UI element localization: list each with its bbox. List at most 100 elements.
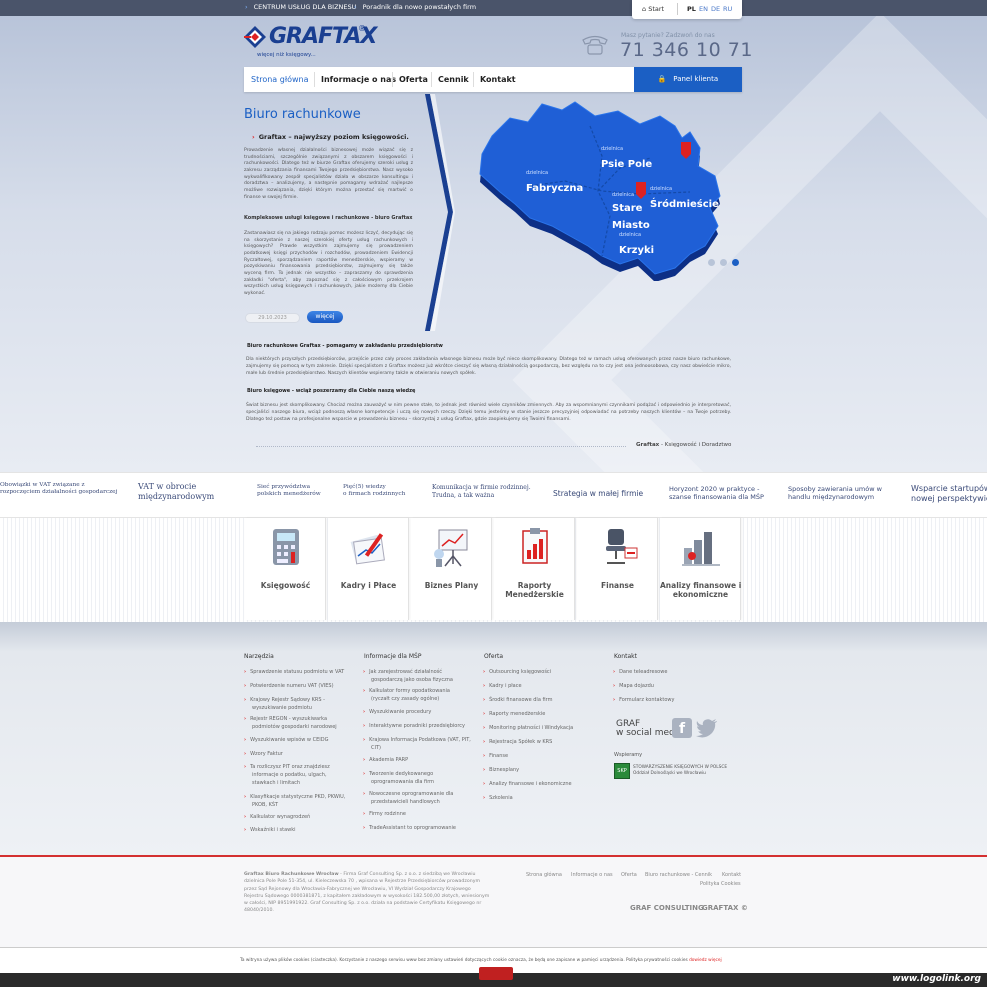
bottom-link[interactable]: Oferta — [621, 872, 637, 878]
skwp-logo-icon[interactable]: SKP — [614, 763, 630, 779]
district-pre: dzielnica — [619, 232, 642, 238]
service-business-plans[interactable]: Biznes Plany — [411, 518, 492, 620]
footer-link[interactable]: Rejestr REGON - wyszukiwarka podmiotów g… — [250, 716, 347, 732]
client-panel-button[interactable]: 🔒 Panel klienta — [634, 67, 742, 92]
footer-link[interactable]: Kalkulator wynagrodzeń — [250, 814, 364, 822]
district-label: dzielnica Stare Miasto — [612, 192, 662, 232]
signature-text: - Księgowość i Doradztwo — [659, 442, 732, 448]
bottom-link[interactable]: Polityka Cookies — [700, 881, 741, 887]
cookie-more-link[interactable]: dowiedz więcej — [689, 958, 722, 963]
district-label: dzielnica Krzyki — [619, 232, 654, 257]
footer-link[interactable]: Kalkulator formy opodatkowania (ryczałt … — [369, 688, 467, 704]
cookie-text: Ta witryna używa plików cookies (ciastec… — [240, 958, 722, 963]
footer-link[interactable]: Wzory Faktur — [250, 751, 364, 759]
cookie-accept-button[interactable] — [479, 967, 513, 980]
slider-dot[interactable] — [720, 259, 727, 266]
intro-subtitle: Graftax – najwyższy poziom księgowości. — [252, 133, 409, 141]
phone-number[interactable]: 71 346 10 71 — [620, 39, 753, 61]
ticker-item[interactable]: VAT w obrocie międzynarodowym — [138, 482, 214, 502]
service-analysis[interactable]: Analizy finansowe i ekonomiczne — [660, 518, 741, 620]
footer-brand-graftax[interactable]: GRAFTAX © — [702, 904, 748, 912]
footer-link[interactable]: Klasyfikacje statystyczne PKD, PKWiU, PK… — [250, 794, 357, 810]
nav-about[interactable]: Informacje o nas — [321, 75, 396, 84]
footer-link[interactable]: Potwierdzenie numeru VAT (VIES) — [250, 683, 364, 691]
footer-link[interactable]: TradeAssistant to oprogramowanie — [369, 825, 483, 833]
footer-link[interactable]: Tworzenie dedykowanego oprogramowania dl… — [369, 771, 451, 787]
nav-contact[interactable]: Kontakt — [480, 75, 516, 84]
slider-dot-active[interactable] — [732, 259, 739, 266]
support-org-text: STOWARZYSZENIE KSIĘGOWYCH W POLSCE Oddzi… — [633, 765, 728, 776]
footer-link[interactable]: Wyszukiwanie wpisów w CEIDG — [250, 737, 364, 745]
district-name-fabryczna: Fabryczna — [526, 183, 584, 194]
footer-link[interactable]: Krajowa Informacja Podatkowa (VAT, PIT, … — [369, 737, 471, 753]
service-payroll[interactable]: Kadry i Płace — [328, 518, 409, 620]
presentation-board-icon — [434, 529, 468, 567]
lang-ru[interactable]: RU — [723, 5, 732, 13]
footer-link[interactable]: Analizy finansowe i ekonomiczne — [489, 781, 603, 789]
watermark-text: www.logolink.org — [892, 974, 981, 984]
footer-link[interactable]: Wyszukiwanie procedury — [369, 709, 483, 717]
phone-question: Masz pytanie? Zadzwoń do nas — [621, 32, 715, 39]
start-link[interactable]: ⌂ Start — [642, 5, 664, 13]
ticker-item[interactable]: Pięć(5) wiedzy o firmach rodzinnych — [343, 484, 405, 498]
footer-link[interactable]: Nowoczesne oprogramowanie dla przedstawi… — [369, 791, 467, 807]
footer-link[interactable]: Środki finansowe dla firm — [489, 697, 603, 705]
footer-link[interactable]: Interaktywne poradniki przedsiębiorcy — [369, 723, 483, 731]
bottom-link[interactable]: Kontakt — [722, 872, 741, 878]
footer-link[interactable]: Outsourcing księgowości — [489, 669, 603, 677]
ticker-item[interactable]: Obowiązki w VAT związane z rozpoczęciem … — [0, 482, 117, 496]
facebook-icon[interactable]: f — [672, 718, 692, 738]
footer-link[interactable]: Kadry i płace — [489, 683, 603, 691]
ticker-item[interactable]: Wsparcie startupów nowej perspektywie — [911, 484, 987, 504]
footer-link[interactable]: Rejestracja Spółek w KRS — [489, 739, 603, 747]
footer-link[interactable]: Dane teleadresowe — [619, 669, 733, 677]
footer-link[interactable]: Formularz kontaktowy — [619, 697, 733, 705]
footer-link[interactable]: Sprawdzenie statusu podmiotu w VAT — [250, 669, 364, 677]
footer-link[interactable]: Mapa dojazdu — [619, 683, 733, 691]
signature-brand: Graftax — [636, 442, 660, 448]
more-button[interactable]: więcej — [307, 311, 343, 323]
logo-mark-icon — [244, 26, 266, 48]
nav-home[interactable]: Strona główna — [251, 75, 309, 84]
service-label: Kadry i Płace — [340, 581, 397, 590]
footer-link[interactable]: Krajowy Rejestr Sądowy KRS - wyszukiwani… — [250, 697, 340, 713]
footer-link[interactable]: Monitoring płatności i Windykacja — [489, 725, 603, 733]
bottom-link[interactable]: Strona główna — [526, 872, 562, 878]
bottom-link[interactable]: Biuro rachunkowe - Cennik — [645, 872, 712, 878]
footer-link[interactable]: Biznesplany — [489, 767, 603, 775]
lang-en[interactable]: EN — [699, 5, 708, 13]
documents-pen-icon — [350, 533, 385, 565]
service-label: Biznes Plany — [424, 581, 479, 590]
service-reports[interactable]: Raporty Menedżerskie — [494, 518, 575, 620]
slider-dot[interactable] — [708, 259, 715, 266]
footer-link[interactable]: Ta rozliczysz PIT oraz znajdziesz inform… — [250, 764, 344, 787]
cookie-text-body: Ta witryna używa plików cookies (ciastec… — [240, 958, 690, 963]
lang-de[interactable]: DE — [711, 5, 720, 13]
ticker-item[interactable]: Sieć przywództwa polskich menedżerów — [257, 484, 321, 498]
ticker-item[interactable]: Sposoby zawierania umów w handlu międzyn… — [788, 485, 882, 501]
footer-link[interactable]: Szkolenia — [489, 795, 603, 803]
ticker-item[interactable]: Komunikacja w firmie rodzinnej. Trudna, … — [432, 484, 531, 499]
bottom-link[interactable]: Informacje o nas — [571, 872, 613, 878]
nav-pricing[interactable]: Cennik — [438, 75, 469, 84]
footer-link[interactable]: Wskaźniki i stawki — [250, 827, 364, 835]
twitter-icon[interactable] — [696, 718, 718, 738]
nav-offer[interactable]: Oferta — [399, 75, 428, 84]
ticker-item[interactable]: Horyzont 2020 w praktyce - szanse finans… — [669, 485, 764, 501]
footer-link[interactable]: Finanse — [489, 753, 603, 761]
topbar-link-guide[interactable]: Poradnik dla nowo powstałych firm — [354, 3, 476, 11]
district-name-stare-miasto: Stare Miasto — [612, 203, 650, 232]
service-accounting[interactable]: Księgowość — [245, 518, 326, 620]
ticker-item[interactable]: Strategia w małej firmie — [553, 489, 643, 498]
footer-brand-graf[interactable]: GRAF CONSULTING — [630, 904, 704, 912]
topbar-link-business[interactable]: CENTRUM USŁUG DLA BIZNESU — [245, 3, 357, 11]
body-paragraph-1: Dla niektórych przyszłych przedsiębiorcó… — [246, 357, 731, 376]
body-heading-1: Biuro rachunkowe Graftax - pomagamy w za… — [247, 343, 443, 349]
lang-pl[interactable]: PL — [687, 5, 696, 13]
footer-link[interactable]: Jak zarejestrować działalność gospodarcz… — [369, 669, 467, 685]
footer-link[interactable]: Firmy rodzinne — [369, 811, 483, 819]
service-finance[interactable]: Finanse — [577, 518, 658, 620]
legal-company: Graftax Biuro Rachunkowe Wrocław — [244, 872, 339, 877]
footer-link[interactable]: Akademia PARP — [369, 757, 483, 765]
footer-link[interactable]: Raporty menedżerskie — [489, 711, 603, 719]
